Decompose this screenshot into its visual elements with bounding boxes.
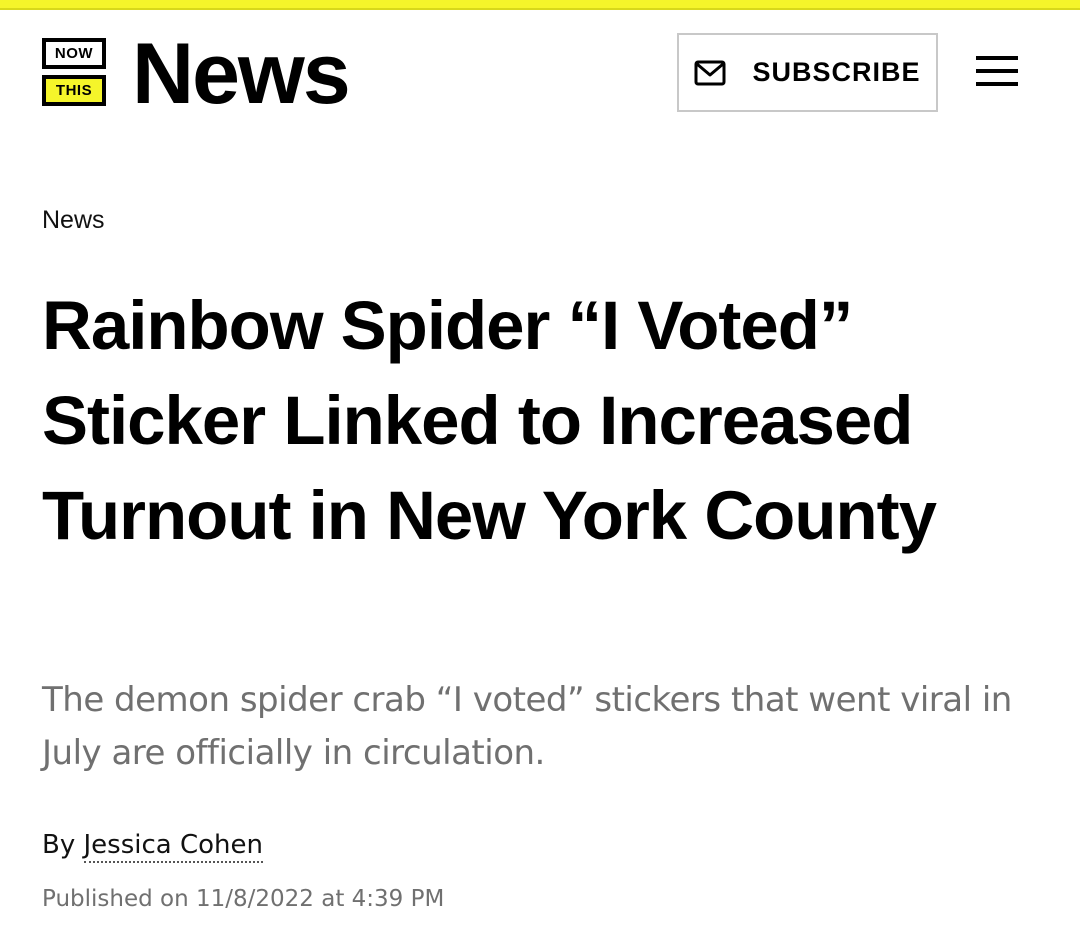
menu-line: [976, 82, 1018, 86]
subscribe-label: SUBSCRIBE: [752, 57, 921, 87]
article-subtitle: The demon spider crab “I voted” stickers…: [42, 680, 1012, 773]
mail-icon: [694, 60, 726, 85]
logo-this-box: THIS: [42, 75, 106, 106]
category-link[interactable]: News: [42, 206, 105, 235]
byline-prefix: By: [42, 830, 76, 860]
nowthis-logo[interactable]: NOW THIS: [42, 38, 106, 106]
subscribe-button[interactable]: SUBSCRIBE: [677, 33, 938, 112]
site-name[interactable]: News: [132, 24, 351, 124]
menu-line: [976, 56, 1018, 60]
byline: By Jessica Cohen: [42, 830, 263, 863]
menu-line: [976, 69, 1018, 73]
site-header: NOW THIS News SUBSCRIBE: [0, 12, 1080, 132]
author-link[interactable]: Jessica Cohen: [83, 830, 263, 863]
hamburger-menu-icon[interactable]: [976, 54, 1020, 88]
published-date: Published on 11/8/2022 at 4:39 PM: [42, 886, 445, 912]
top-accent-bar: [0, 0, 1080, 10]
logo-now-box: NOW: [42, 38, 106, 69]
article-headline: Rainbow Spider “I Voted” Sticker Linked …: [42, 287, 937, 554]
